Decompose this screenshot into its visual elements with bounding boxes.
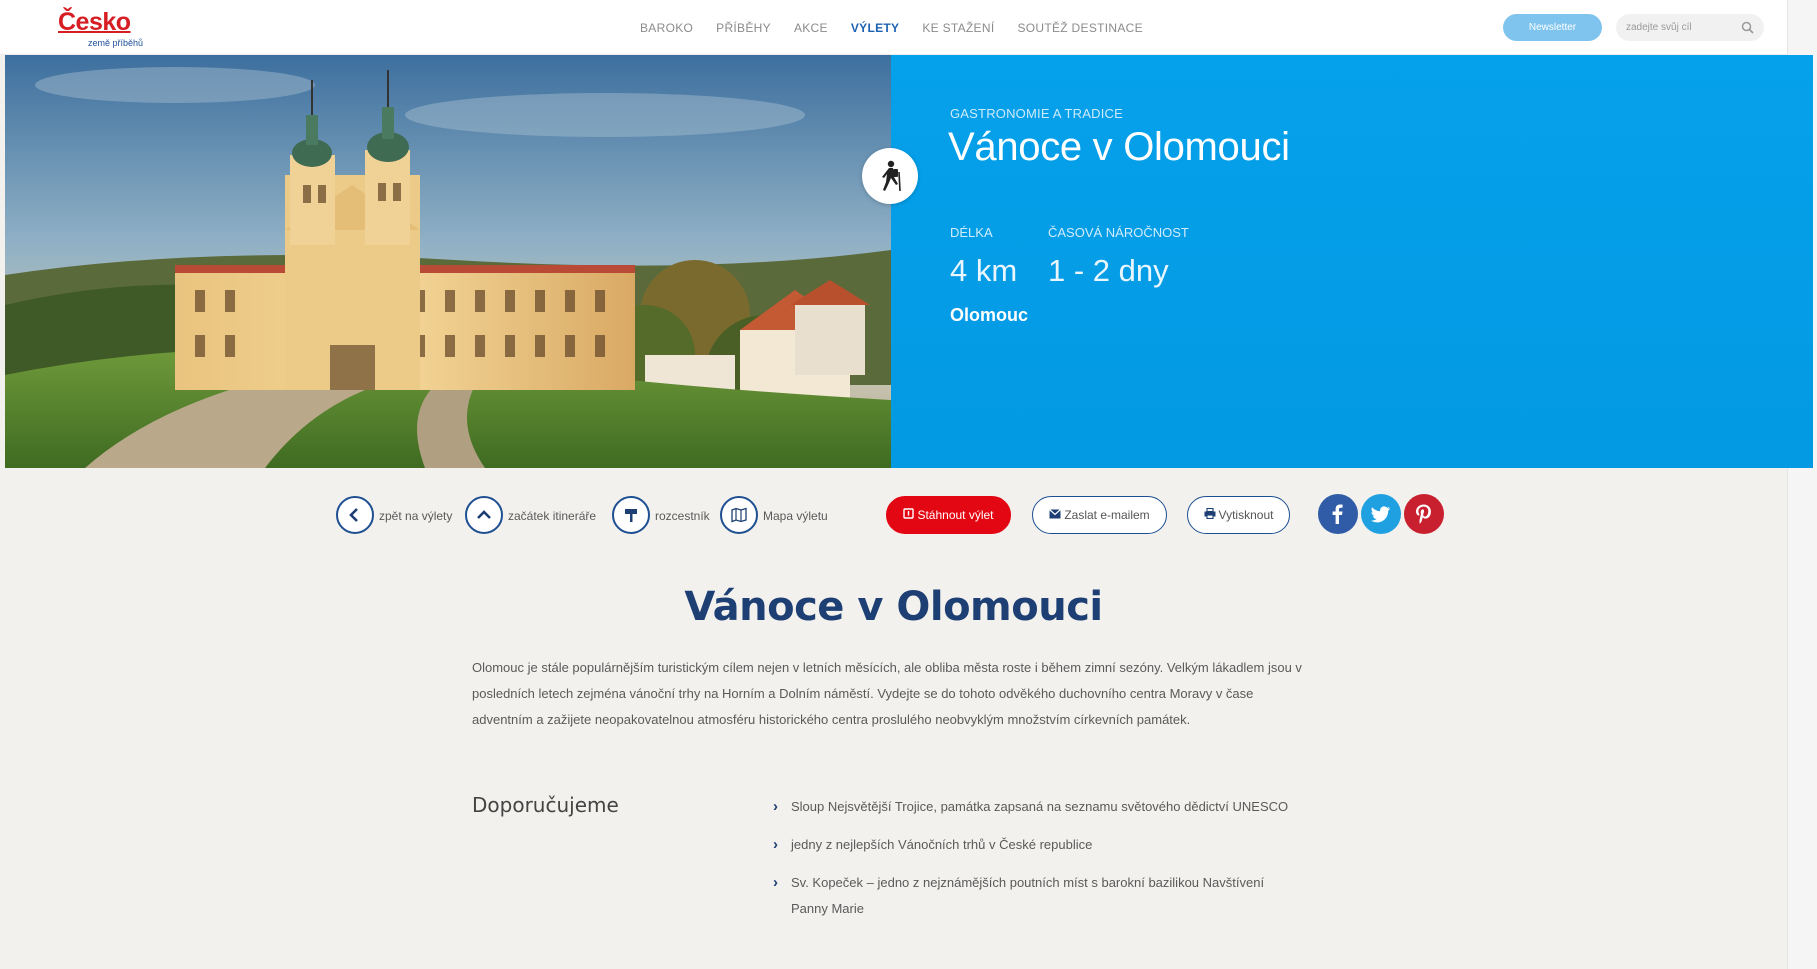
nav-item-vylety[interactable]: VÝLETY — [851, 21, 899, 35]
logo-tagline: země příběhů — [88, 38, 144, 48]
download-trip-button[interactable]: Stáhnout výlet — [886, 496, 1011, 534]
duration-label: ČASOVÁ NÁROČNOST — [1048, 225, 1189, 240]
hiker-badge — [862, 148, 918, 204]
chevron-right-icon: › — [773, 874, 778, 891]
site-logo[interactable]: Česko země příběhů — [58, 8, 178, 48]
length-label: DÉLKA — [950, 225, 993, 240]
hero-photo-basilica — [5, 55, 891, 468]
list-item: › Sv. Kopeček – jedno z nejznámějších po… — [773, 870, 1293, 922]
trip-category[interactable]: GASTRONOMIE A TRADICE — [950, 106, 1123, 121]
list-item: › Sloup Nejsvětější Trojice, památka zap… — [773, 794, 1293, 820]
list-item-text: Sloup Nejsvětější Trojice, památka zapsa… — [791, 799, 1289, 814]
duration-value: 1 - 2 dny — [1048, 253, 1169, 288]
trip-city[interactable]: Olomouc — [950, 305, 1028, 326]
trip-action-bar: zpět na výlety začátek itineráře rozcest… — [0, 492, 1787, 542]
hero-title: Vánoce v Olomouci — [948, 125, 1290, 169]
printer-icon — [1204, 498, 1216, 534]
share-twitter-button[interactable] — [1361, 494, 1401, 534]
download-icon — [903, 498, 915, 534]
back-to-trips-label[interactable]: zpět na výlety — [379, 509, 452, 523]
signpost-button[interactable] — [612, 496, 650, 534]
search-box — [1616, 14, 1764, 41]
trip-map-label[interactable]: Mapa výletu — [763, 509, 828, 523]
share-pinterest-button[interactable] — [1404, 494, 1444, 534]
hero-info-panel: GASTRONOMIE A TRADICE Vánoce v Olomouci … — [891, 55, 1813, 468]
download-trip-label: Stáhnout výlet — [917, 508, 994, 522]
nav-item-ke-stazeni[interactable]: KE STAŽENÍ — [922, 21, 994, 35]
recommend-heading: Doporučujeme — [472, 793, 619, 817]
length-value: 4 km — [950, 253, 1018, 288]
chevron-right-icon: › — [773, 836, 778, 853]
main-nav: BAROKO PŘÍBĚHY AKCE VÝLETY KE STAŽENÍ SO… — [640, 19, 1143, 37]
print-trip-label: Vytisknout — [1218, 508, 1274, 522]
list-item-text: Sv. Kopeček – jedno z nejznámějších pout… — [791, 875, 1265, 916]
recommend-list: › Sloup Nejsvětější Trojice, památka zap… — [773, 794, 1293, 934]
logo-main-text: Česko — [58, 8, 131, 36]
chevron-right-icon: › — [773, 798, 778, 815]
share-facebook-button[interactable] — [1318, 494, 1358, 534]
itinerary-start-label[interactable]: začátek itineráře — [508, 509, 596, 523]
list-item: › jedny z nejlepších Vánočních trhů v Če… — [773, 832, 1293, 858]
email-trip-button[interactable]: Zaslat e-mailem — [1032, 496, 1167, 534]
signpost-label[interactable]: rozcestník — [655, 509, 710, 523]
search-input[interactable] — [1626, 18, 1731, 37]
email-trip-label: Zaslat e-mailem — [1064, 508, 1150, 522]
itinerary-start-button[interactable] — [465, 496, 503, 534]
trip-map-button[interactable] — [720, 496, 758, 534]
site-header: Česko země příběhů BAROKO PŘÍBĚHY AKCE V… — [0, 0, 1817, 55]
newsletter-button[interactable]: Newsletter — [1503, 14, 1602, 41]
back-to-trips-button[interactable] — [336, 496, 374, 534]
nav-item-baroko[interactable]: BAROKO — [640, 21, 693, 35]
search-icon[interactable] — [1741, 21, 1754, 34]
mail-icon — [1049, 498, 1062, 534]
nav-item-soutez-destinace[interactable]: SOUTĚŽ DESTINACE — [1017, 21, 1142, 35]
nav-item-pribehy[interactable]: PŘÍBĚHY — [716, 21, 771, 35]
article-title: Vánoce v Olomouci — [684, 584, 1103, 630]
list-item-text: jedny z nejlepších Vánočních trhů v Česk… — [791, 837, 1093, 852]
article-intro: Olomouc je stále populárnějším turistick… — [472, 660, 1302, 727]
print-trip-button[interactable]: Vytisknout — [1187, 496, 1290, 534]
nav-item-akce[interactable]: AKCE — [794, 21, 828, 35]
